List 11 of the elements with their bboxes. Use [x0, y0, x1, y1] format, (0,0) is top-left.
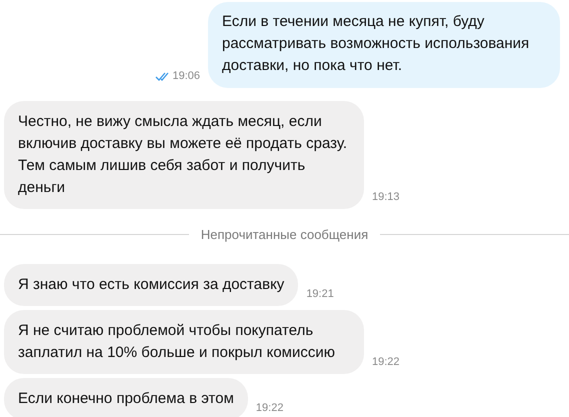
- message-time: 19:13: [372, 191, 400, 203]
- unread-divider-label: Непрочитанные сообщения: [200, 227, 368, 242]
- outgoing-message: Если в течении месяца не купят, буду рассматривать возможность использования доставки, но пока что нет.: [208, 2, 560, 88]
- message-time: 19:22: [256, 402, 284, 414]
- incoming-message: Если конечно проблема в этом: [4, 378, 248, 417]
- incoming-message: Я не считаю проблемой чтобы покупатель заплатил на 10% больше и покрыл комиссию: [4, 310, 364, 374]
- incoming-message: Я знаю что есть комиссия за доставку: [4, 264, 298, 306]
- message-time: 19:06: [172, 70, 200, 82]
- incoming-message: Честно, не вижу смысла ждать месяц, если включив доставку вы можете её продать сразу. Тем самым лишив себя забот и получить деньги: [4, 101, 364, 209]
- message-time: 19:21: [306, 288, 334, 300]
- message-time: 19:22: [372, 356, 400, 368]
